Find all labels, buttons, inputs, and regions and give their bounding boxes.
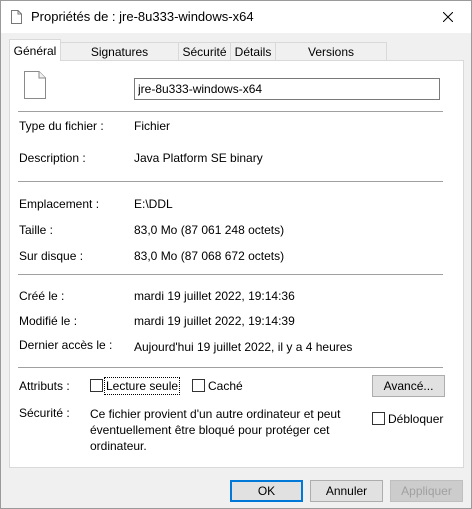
attributes-label: Attributs :	[19, 379, 70, 393]
accessed-value: Aujourd'hui 19 juillet 2022, il y a 4 he…	[134, 340, 353, 354]
modified-label: Modifié le :	[19, 314, 78, 328]
tab-details[interactable]: Détails	[230, 42, 276, 60]
size-value: 83,0 Mo (87 061 248 octets)	[134, 223, 285, 237]
cancel-button[interactable]: Annuler	[310, 480, 383, 502]
readonly-label[interactable]: Lecture seule	[103, 377, 181, 395]
tab-security[interactable]: Sécurité	[178, 42, 231, 60]
created-label: Créé le :	[19, 289, 65, 303]
description-label: Description :	[19, 151, 86, 165]
tab-general[interactable]: Général	[9, 39, 61, 61]
disk-size-label: Sur disque :	[19, 249, 84, 263]
window-title: Propriétés de : jre-8u333-windows-x64	[31, 9, 254, 24]
size-label: Taille :	[19, 223, 54, 237]
file-name-input[interactable]	[134, 78, 440, 100]
security-message: Ce fichier provient d'un autre ordinateu…	[90, 407, 341, 453]
security-label: Sécurité :	[19, 406, 70, 420]
close-icon	[443, 12, 453, 22]
general-panel: Type du fichier : Fichier Description : …	[9, 60, 464, 468]
modified-value: mardi 19 juillet 2022, 19:14:39	[134, 314, 295, 328]
readonly-checkbox[interactable]	[90, 379, 103, 392]
separator	[18, 274, 443, 275]
type-value: Fichier	[134, 119, 171, 133]
hidden-label[interactable]: Caché	[208, 379, 243, 393]
type-label: Type du fichier :	[19, 119, 104, 133]
advanced-button[interactable]: Avancé...	[372, 375, 445, 397]
accessed-label: Dernier accès le :	[19, 338, 113, 352]
file-icon	[11, 10, 22, 24]
apply-button[interactable]: Appliquer	[390, 480, 463, 502]
tab-digital-signatures[interactable]: Signatures numériques	[60, 42, 179, 77]
disk-size-value: 83,0 Mo (87 068 672 octets)	[134, 249, 285, 263]
document-icon	[24, 71, 46, 99]
description-value: Java Platform SE binary	[134, 151, 263, 165]
location-label: Emplacement :	[19, 197, 100, 211]
hidden-checkbox[interactable]	[192, 379, 205, 392]
created-value: mardi 19 juillet 2022, 19:14:36	[134, 289, 295, 303]
unblock-label[interactable]: Débloquer	[388, 412, 443, 426]
properties-dialog: Propriétés de : jre-8u333-windows-x64 Gé…	[0, 0, 472, 509]
title-bar: Propriétés de : jre-8u333-windows-x64	[1, 1, 471, 33]
unblock-checkbox[interactable]	[372, 412, 385, 425]
tab-previous-versions[interactable]: Versions précédentes	[275, 42, 387, 77]
separator	[18, 111, 443, 112]
ok-button[interactable]: OK	[230, 480, 303, 502]
separator	[18, 181, 443, 182]
location-value: E:\DDL	[134, 197, 173, 211]
close-button[interactable]	[425, 1, 471, 33]
separator	[18, 367, 443, 368]
